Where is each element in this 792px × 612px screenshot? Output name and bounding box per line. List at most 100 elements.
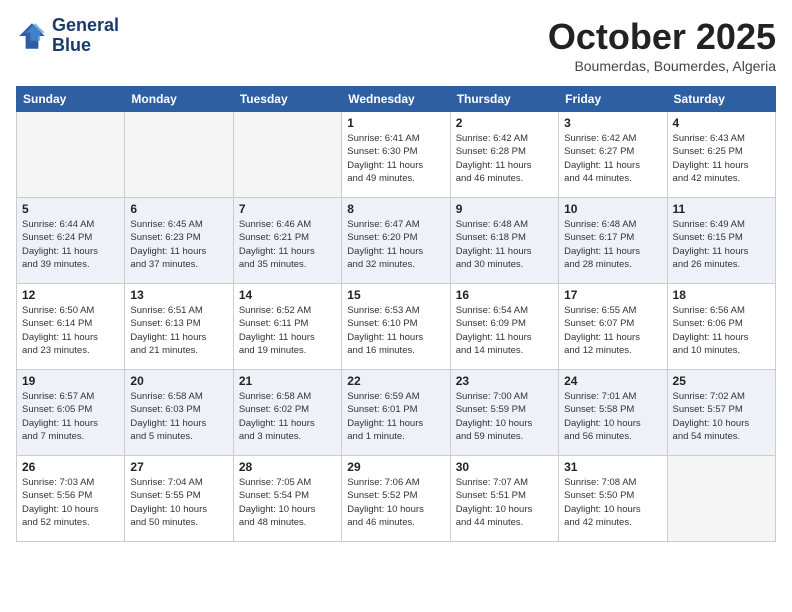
logo: General Blue — [16, 16, 119, 56]
day-info: Sunrise: 6:46 AM Sunset: 6:21 PM Dayligh… — [239, 218, 336, 271]
calendar-cell: 29Sunrise: 7:06 AM Sunset: 5:52 PM Dayli… — [342, 456, 450, 542]
day-info: Sunrise: 6:41 AM Sunset: 6:30 PM Dayligh… — [347, 132, 444, 185]
calendar-cell: 11Sunrise: 6:49 AM Sunset: 6:15 PM Dayli… — [667, 198, 775, 284]
calendar-week-4: 19 Sunrise: 6:57 AM Sunset: 6:05 PM Dayli… — [17, 370, 776, 456]
calendar-cell — [233, 112, 341, 198]
calendar-cell: 2Sunrise: 6:42 AM Sunset: 6:28 PM Daylig… — [450, 112, 558, 198]
day-info: Sunrise: 6:48 AM Sunset: 6:17 PM Dayligh… — [564, 218, 661, 271]
logo-text: General Blue — [52, 16, 119, 56]
calendar-cell: 14 Sunrise: 6:52 AM Sunset: 6:11 PM Dayli… — [233, 284, 341, 370]
month-title: October 2025 — [548, 16, 776, 58]
day-info: Sunrise: 6:53 AM Sunset: 6:10 PM Dayligh… — [347, 304, 444, 357]
day-info: Sunrise: 7:07 AM Sunset: 5:51 PM Dayligh… — [456, 476, 553, 529]
day-info: Sunrise: 6:48 AM Sunset: 6:18 PM Dayligh… — [456, 218, 553, 271]
day-info: Sunrise: 6:45 AM Sunset: 6:23 PM Dayligh… — [130, 218, 227, 271]
weekday-header-friday: Friday — [559, 87, 667, 112]
day-number: 3 — [564, 116, 661, 130]
day-number: 30 — [456, 460, 553, 474]
calendar-cell: 19 Sunrise: 6:57 AM Sunset: 6:05 PM Dayli… — [17, 370, 125, 456]
calendar-cell: 31 Sunrise: 7:08 AM Sunset: 5:50 PM Dayli… — [559, 456, 667, 542]
day-info: Sunrise: 6:59 AM Sunset: 6:01 PM Dayligh… — [347, 390, 444, 443]
calendar-cell: 27 Sunrise: 7:04 AM Sunset: 5:55 PM Dayli… — [125, 456, 233, 542]
weekday-header-monday: Monday — [125, 87, 233, 112]
calendar-cell: 3 Sunrise: 6:42 AM Sunset: 6:27 PM Daylig… — [559, 112, 667, 198]
day-info: Sunrise: 6:47 AM Sunset: 6:20 PM Dayligh… — [347, 218, 444, 271]
calendar-cell: 13 Sunrise: 6:51 AM Sunset: 6:13 PM Dayli… — [125, 284, 233, 370]
day-info: Sunrise: 6:54 AM Sunset: 6:09 PM Dayligh… — [456, 304, 553, 357]
day-number: 5 — [22, 202, 119, 216]
day-info: Sunrise: 6:55 AM Sunset: 6:07 PM Dayligh… — [564, 304, 661, 357]
day-info: Sunrise: 6:58 AM Sunset: 6:02 PM Dayligh… — [239, 390, 336, 443]
day-number: 17 — [564, 288, 661, 302]
calendar-cell — [667, 456, 775, 542]
day-number: 10 — [564, 202, 661, 216]
day-number: 21 — [239, 374, 336, 388]
calendar-cell: 23 Sunrise: 7:00 AM Sunset: 5:59 PM Dayli… — [450, 370, 558, 456]
day-number: 19 — [22, 374, 119, 388]
day-number: 20 — [130, 374, 227, 388]
day-info: Sunrise: 6:56 AM Sunset: 6:06 PM Dayligh… — [673, 304, 770, 357]
day-info: Sunrise: 6:42 AM Sunset: 6:27 PM Dayligh… — [564, 132, 661, 185]
calendar-cell: 24Sunrise: 7:01 AM Sunset: 5:58 PM Dayli… — [559, 370, 667, 456]
day-number: 14 — [239, 288, 336, 302]
day-number: 1 — [347, 116, 444, 130]
day-number: 9 — [456, 202, 553, 216]
day-info: Sunrise: 6:49 AM Sunset: 6:15 PM Dayligh… — [673, 218, 770, 271]
calendar-cell: 10 Sunrise: 6:48 AM Sunset: 6:17 PM Dayli… — [559, 198, 667, 284]
day-number: 27 — [130, 460, 227, 474]
day-number: 25 — [673, 374, 770, 388]
day-number: 7 — [239, 202, 336, 216]
calendar-cell: 7 Sunrise: 6:46 AM Sunset: 6:21 PM Daylig… — [233, 198, 341, 284]
day-number: 24 — [564, 374, 661, 388]
weekday-header-tuesday: Tuesday — [233, 87, 341, 112]
day-info: Sunrise: 7:02 AM Sunset: 5:57 PM Dayligh… — [673, 390, 770, 443]
logo-icon — [16, 20, 48, 52]
day-info: Sunrise: 6:42 AM Sunset: 6:28 PM Dayligh… — [456, 132, 553, 185]
day-number: 23 — [456, 374, 553, 388]
day-number: 16 — [456, 288, 553, 302]
title-block: October 2025 Boumerdas, Boumerdes, Alger… — [548, 16, 776, 74]
calendar-cell: 22Sunrise: 6:59 AM Sunset: 6:01 PM Dayli… — [342, 370, 450, 456]
day-number: 31 — [564, 460, 661, 474]
day-number: 28 — [239, 460, 336, 474]
calendar-cell: 9 Sunrise: 6:48 AM Sunset: 6:18 PM Daylig… — [450, 198, 558, 284]
day-info: Sunrise: 7:04 AM Sunset: 5:55 PM Dayligh… — [130, 476, 227, 529]
calendar-cell: 20 Sunrise: 6:58 AM Sunset: 6:03 PM Dayli… — [125, 370, 233, 456]
calendar-cell: 18Sunrise: 6:56 AM Sunset: 6:06 PM Dayli… — [667, 284, 775, 370]
day-info: Sunrise: 7:05 AM Sunset: 5:54 PM Dayligh… — [239, 476, 336, 529]
day-info: Sunrise: 6:51 AM Sunset: 6:13 PM Dayligh… — [130, 304, 227, 357]
day-number: 6 — [130, 202, 227, 216]
calendar-cell — [17, 112, 125, 198]
calendar-cell: 6 Sunrise: 6:45 AM Sunset: 6:23 PM Daylig… — [125, 198, 233, 284]
day-number: 13 — [130, 288, 227, 302]
calendar-cell: 26Sunrise: 7:03 AM Sunset: 5:56 PM Dayli… — [17, 456, 125, 542]
location-subtitle: Boumerdas, Boumerdes, Algeria — [548, 58, 776, 74]
calendar-week-5: 26Sunrise: 7:03 AM Sunset: 5:56 PM Dayli… — [17, 456, 776, 542]
weekday-header-wednesday: Wednesday — [342, 87, 450, 112]
calendar-cell: 15Sunrise: 6:53 AM Sunset: 6:10 PM Dayli… — [342, 284, 450, 370]
calendar-cell: 25 Sunrise: 7:02 AM Sunset: 5:57 PM Dayli… — [667, 370, 775, 456]
day-info: Sunrise: 7:08 AM Sunset: 5:50 PM Dayligh… — [564, 476, 661, 529]
calendar-week-2: 5 Sunrise: 6:44 AM Sunset: 6:24 PM Daylig… — [17, 198, 776, 284]
calendar-cell: 28 Sunrise: 7:05 AM Sunset: 5:54 PM Dayli… — [233, 456, 341, 542]
calendar-cell: 4Sunrise: 6:43 AM Sunset: 6:25 PM Daylig… — [667, 112, 775, 198]
calendar-cell: 21 Sunrise: 6:58 AM Sunset: 6:02 PM Dayli… — [233, 370, 341, 456]
page-header: General Blue October 2025 Boumerdas, Bou… — [16, 16, 776, 74]
calendar-cell: 8 Sunrise: 6:47 AM Sunset: 6:20 PM Daylig… — [342, 198, 450, 284]
calendar-cell: 16 Sunrise: 6:54 AM Sunset: 6:09 PM Dayli… — [450, 284, 558, 370]
calendar-cell — [125, 112, 233, 198]
day-info: Sunrise: 6:52 AM Sunset: 6:11 PM Dayligh… — [239, 304, 336, 357]
calendar-week-3: 12Sunrise: 6:50 AM Sunset: 6:14 PM Dayli… — [17, 284, 776, 370]
day-info: Sunrise: 6:43 AM Sunset: 6:25 PM Dayligh… — [673, 132, 770, 185]
calendar-cell: 1 Sunrise: 6:41 AM Sunset: 6:30 PM Daylig… — [342, 112, 450, 198]
calendar-cell: 12Sunrise: 6:50 AM Sunset: 6:14 PM Dayli… — [17, 284, 125, 370]
day-number: 8 — [347, 202, 444, 216]
weekday-header-sunday: Sunday — [17, 87, 125, 112]
day-info: Sunrise: 6:58 AM Sunset: 6:03 PM Dayligh… — [130, 390, 227, 443]
day-info: Sunrise: 6:57 AM Sunset: 6:05 PM Dayligh… — [22, 390, 119, 443]
day-info: Sunrise: 7:00 AM Sunset: 5:59 PM Dayligh… — [456, 390, 553, 443]
weekday-header-thursday: Thursday — [450, 87, 558, 112]
weekday-header-saturday: Saturday — [667, 87, 775, 112]
day-info: Sunrise: 6:44 AM Sunset: 6:24 PM Dayligh… — [22, 218, 119, 271]
calendar-cell: 17 Sunrise: 6:55 AM Sunset: 6:07 PM Dayli… — [559, 284, 667, 370]
